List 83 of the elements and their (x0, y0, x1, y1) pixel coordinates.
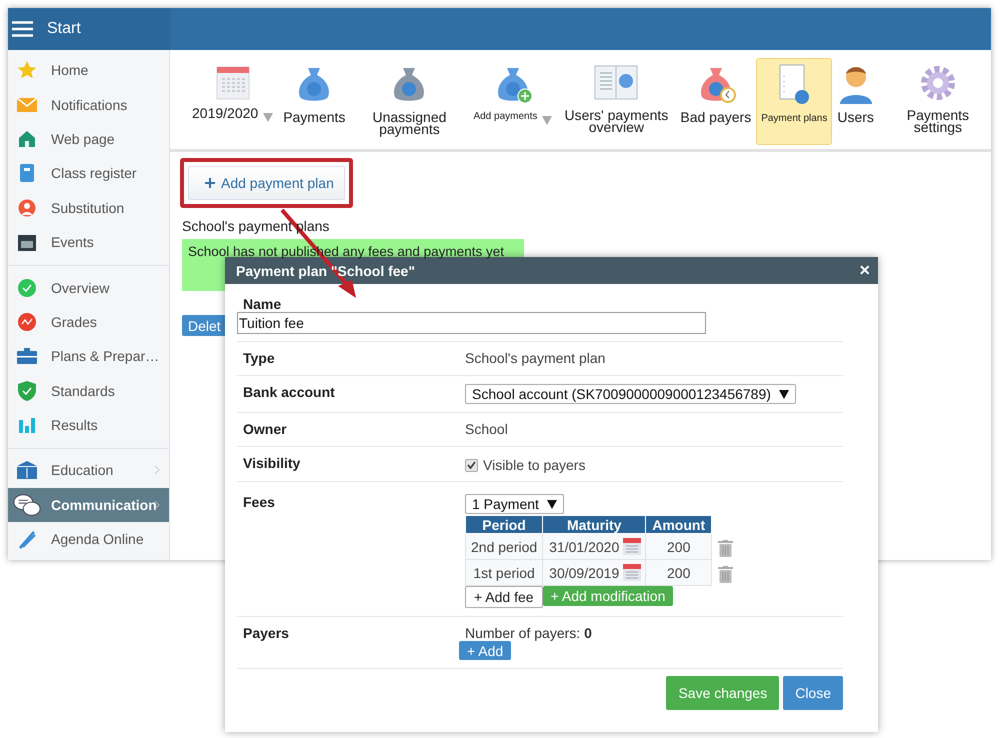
section-title: School's payment plans (182, 218, 330, 234)
field-label: Visibility (243, 455, 302, 473)
sidebar-item[interactable]: Events (8, 224, 169, 260)
toolbar-button[interactable]: Add payments (468, 58, 558, 145)
column-header: Amount (646, 516, 712, 534)
bank-account-select[interactable]: School account (SK7009000009000123456789) (465, 384, 796, 404)
toolbar-button[interactable]: Payments (278, 58, 350, 145)
toolbar-button[interactable]: Users (832, 58, 879, 145)
field-value: School (465, 421, 508, 437)
sidebar-item[interactable]: Education (8, 453, 169, 488)
menu-icon[interactable] (12, 21, 33, 37)
sidebar-item[interactable]: Results (8, 408, 169, 442)
envelope-icon (17, 98, 37, 112)
sidebar-item[interactable]: Web page (8, 122, 169, 156)
person-icon (18, 198, 36, 217)
toolbar-button[interactable]: Payment plans (756, 58, 832, 145)
calendar-icon (216, 64, 250, 100)
payment-count-select[interactable]: 1 Payment (465, 494, 564, 514)
close-button[interactable]: × (859, 260, 870, 281)
trash-icon[interactable] (718, 540, 734, 557)
field-value: School's payment plan (465, 350, 606, 366)
sidebar-item[interactable]: Plans & Prepar… (8, 339, 169, 374)
checkbox-label: Visible to payers (483, 457, 586, 473)
user-icon (838, 64, 874, 104)
add-payment-plan-button[interactable]: Add payment plan (188, 166, 345, 200)
sidebar-item[interactable]: Notifications (8, 87, 169, 122)
field-label: Fees (243, 494, 276, 512)
check-icon (18, 278, 36, 297)
date-value: 30/09/2019 (549, 564, 620, 580)
column-header: Period (466, 516, 543, 534)
field-label: Name (242, 296, 282, 312)
sidebar-item[interactable]: Overview (8, 270, 169, 305)
trash-icon[interactable] (718, 566, 734, 583)
calendar-icon (18, 233, 36, 252)
field-label: Owner (243, 421, 288, 438)
sidebar-item[interactable]: Class register (8, 156, 169, 191)
checkbox[interactable] (465, 458, 478, 472)
plus-icon (205, 178, 215, 188)
chart-icon (18, 312, 36, 331)
column-header: Maturity (542, 516, 646, 534)
toolbar-button[interactable]: Unassigned payments (350, 58, 468, 145)
pen-icon (17, 529, 37, 550)
house-icon (18, 130, 36, 148)
caret-icon (778, 390, 789, 398)
table-cell: 1st period (466, 560, 543, 586)
table-cell: 200 (646, 534, 712, 560)
header-title: Start (47, 20, 81, 38)
caret-icon (263, 113, 274, 122)
book-icon (17, 461, 37, 480)
shield-icon (18, 380, 36, 401)
star-icon (17, 60, 37, 80)
field-label: Payers (243, 625, 290, 643)
briefcase-icon (17, 348, 37, 364)
chevron-icon (154, 500, 160, 510)
table-cell: 200 (646, 560, 712, 586)
toolbar-button[interactable]: Payments settings (878, 58, 997, 145)
chat-bubbles-icon (13, 492, 41, 518)
notebook-icon (20, 164, 34, 182)
date-value: 31/01/2020 (549, 538, 620, 554)
add-fee-button[interactable]: + Add fee (465, 586, 543, 608)
caret-icon (542, 116, 552, 125)
field-label: Bank account (243, 384, 336, 402)
toolbar-button[interactable]: 2019/2020 (187, 58, 278, 145)
add-payer-button[interactable]: + Add (459, 641, 512, 660)
bar-chart-icon (19, 417, 35, 434)
sidebar-item[interactable]: Standards (8, 374, 169, 408)
sidebar-item[interactable]: Communication (8, 488, 169, 522)
toolbar-button[interactable]: Users' payments overview (557, 58, 676, 145)
sidebar-item[interactable]: Substitution (8, 190, 169, 225)
sidebar-item[interactable]: Grades (8, 304, 169, 340)
payers-count: Number of payers: 0 (465, 625, 592, 641)
sidebar-item[interactable]: Agenda Online (8, 522, 169, 556)
settings-icon (918, 64, 957, 102)
toolbar-button[interactable]: Bad payers (675, 58, 756, 145)
name-input[interactable]: Tuition fee (237, 312, 706, 334)
caret-icon (546, 500, 557, 508)
field-label: Type (243, 350, 276, 367)
calendar-icon (623, 564, 642, 581)
calendar-icon (623, 538, 642, 555)
table-cell: 2nd period (466, 534, 543, 560)
sidebar-item[interactable]: Home (8, 53, 169, 88)
chevron-icon (154, 465, 160, 476)
close-dialog-button[interactable]: Close (783, 676, 843, 710)
